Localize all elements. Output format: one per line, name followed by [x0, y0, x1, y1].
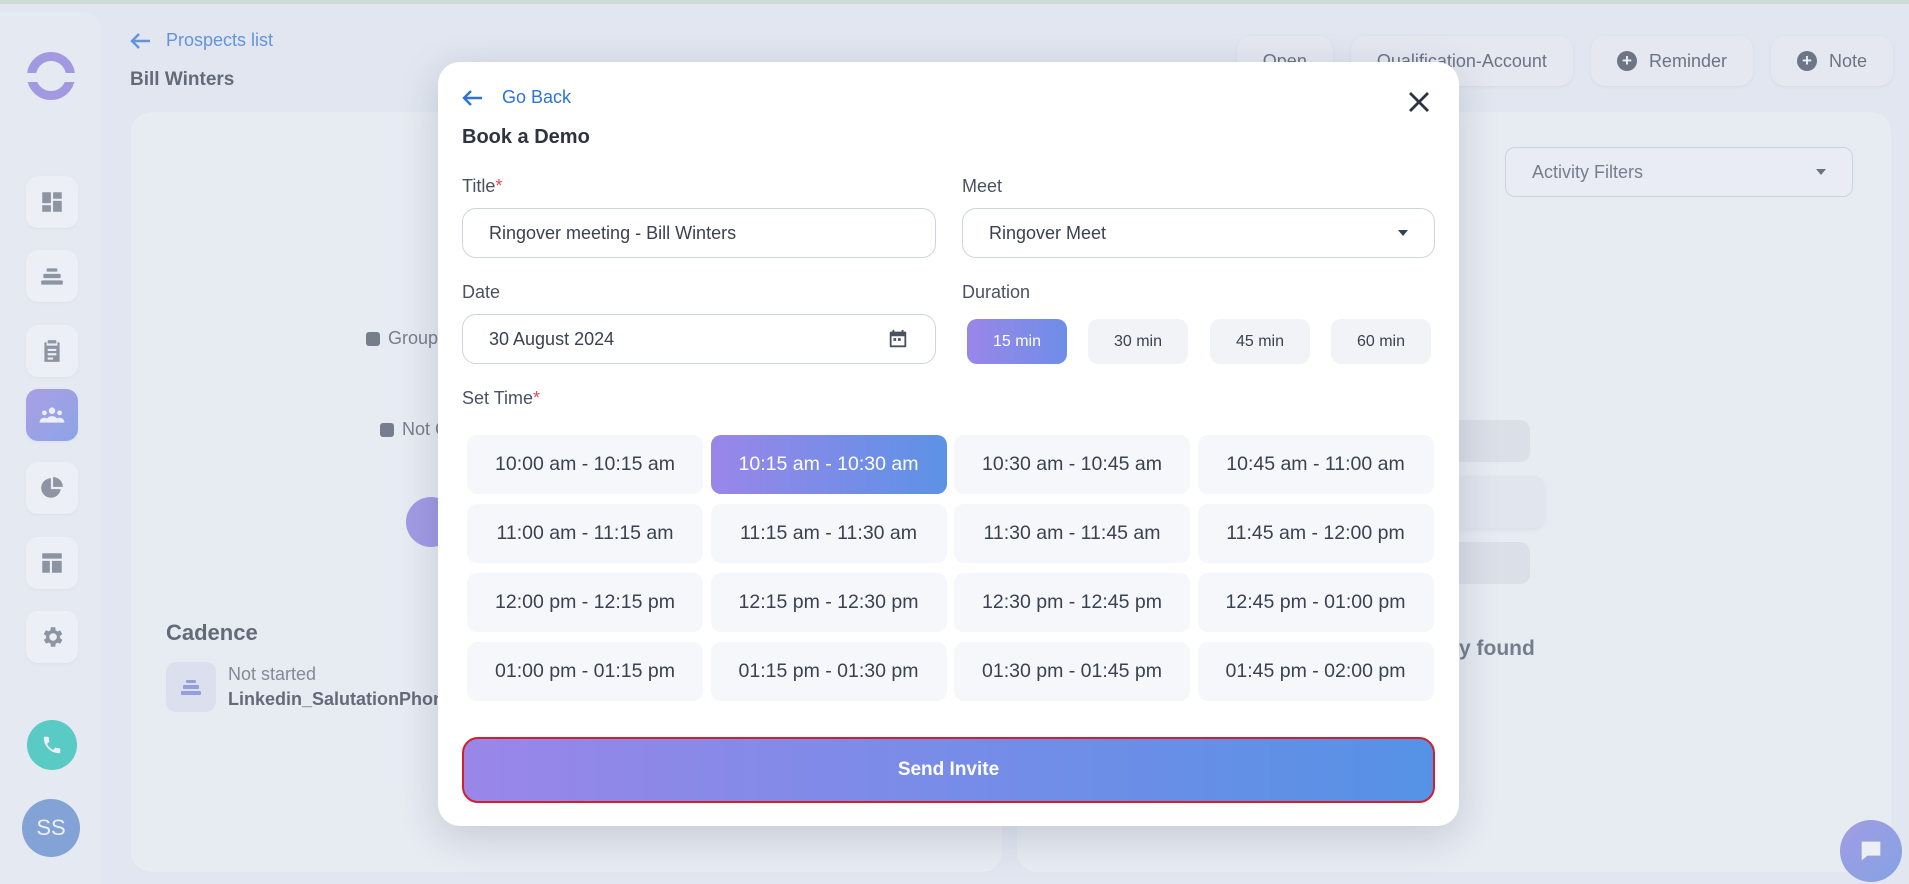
time-slot[interactable]: 11:15 am - 11:30 am: [710, 504, 947, 563]
meet-field-label: Meet: [962, 176, 1003, 196]
time-slot[interactable]: 01:45 pm - 02:00 pm: [1197, 642, 1434, 701]
time-slot[interactable]: 12:30 pm - 12:45 pm: [954, 573, 1190, 632]
time-slot[interactable]: 12:00 pm - 12:15 pm: [467, 573, 703, 632]
time-slot[interactable]: 01:15 pm - 01:30 pm: [710, 642, 947, 701]
required-mark: *: [533, 388, 541, 408]
set-time-label: Set Time*: [462, 388, 540, 409]
date-value: 30 August 2024: [489, 328, 615, 349]
calendar-icon[interactable]: [887, 328, 909, 350]
go-back-link[interactable]: Go Back: [462, 87, 571, 108]
date-field-label: Date: [462, 282, 501, 302]
go-back-label: Go Back: [502, 87, 572, 107]
title-field-label: Title*: [462, 176, 502, 197]
date-picker[interactable]: 30 August 2024: [462, 314, 936, 364]
duration-option-60[interactable]: 60 min: [1331, 319, 1431, 364]
duration-option-30[interactable]: 30 min: [1088, 319, 1188, 364]
time-slot-grid: 10:00 am - 10:15 am 10:15 am - 10:30 am …: [467, 435, 1434, 701]
meet-select-value: Ringover Meet: [989, 222, 1107, 243]
duration-option-45[interactable]: 45 min: [1210, 319, 1310, 364]
title-input-value: Ringover meeting - Bill Winters: [489, 222, 737, 243]
caret-down-icon: [1398, 230, 1408, 236]
duration-option-15[interactable]: 15 min: [967, 319, 1067, 364]
meet-select[interactable]: Ringover Meet: [962, 208, 1435, 258]
duration-field-label: Duration: [962, 282, 1031, 302]
time-slot[interactable]: 10:45 am - 11:00 am: [1197, 435, 1434, 494]
close-icon: [1409, 92, 1429, 112]
time-slot[interactable]: 10:00 am - 10:15 am: [467, 435, 703, 494]
title-input[interactable]: Ringover meeting - Bill Winters: [462, 208, 936, 258]
arrow-left-icon: [462, 89, 482, 106]
time-slot[interactable]: 01:30 pm - 01:45 pm: [954, 642, 1190, 701]
time-slot[interactable]: 12:15 pm - 12:30 pm: [710, 573, 947, 632]
book-demo-modal: Go Back Book a Demo Title* Ringover meet…: [438, 62, 1459, 826]
set-time-label-text: Set Time: [462, 388, 534, 408]
required-mark: *: [495, 176, 503, 196]
time-slot[interactable]: 11:45 am - 12:00 pm: [1197, 504, 1434, 563]
close-button[interactable]: [1405, 88, 1433, 116]
time-slot[interactable]: 12:45 pm - 01:00 pm: [1197, 573, 1434, 632]
time-slot[interactable]: 11:30 am - 11:45 am: [954, 504, 1190, 563]
time-slot[interactable]: 01:00 pm - 01:15 pm: [467, 642, 703, 701]
time-slot[interactable]: 10:30 am - 10:45 am: [954, 435, 1190, 494]
time-slot-selected[interactable]: 10:15 am - 10:30 am: [710, 435, 947, 494]
modal-title: Book a Demo: [462, 126, 590, 148]
time-slot[interactable]: 11:00 am - 11:15 am: [467, 504, 703, 563]
title-label-text: Title: [462, 176, 496, 196]
send-invite-button[interactable]: Send Invite: [462, 737, 1435, 803]
